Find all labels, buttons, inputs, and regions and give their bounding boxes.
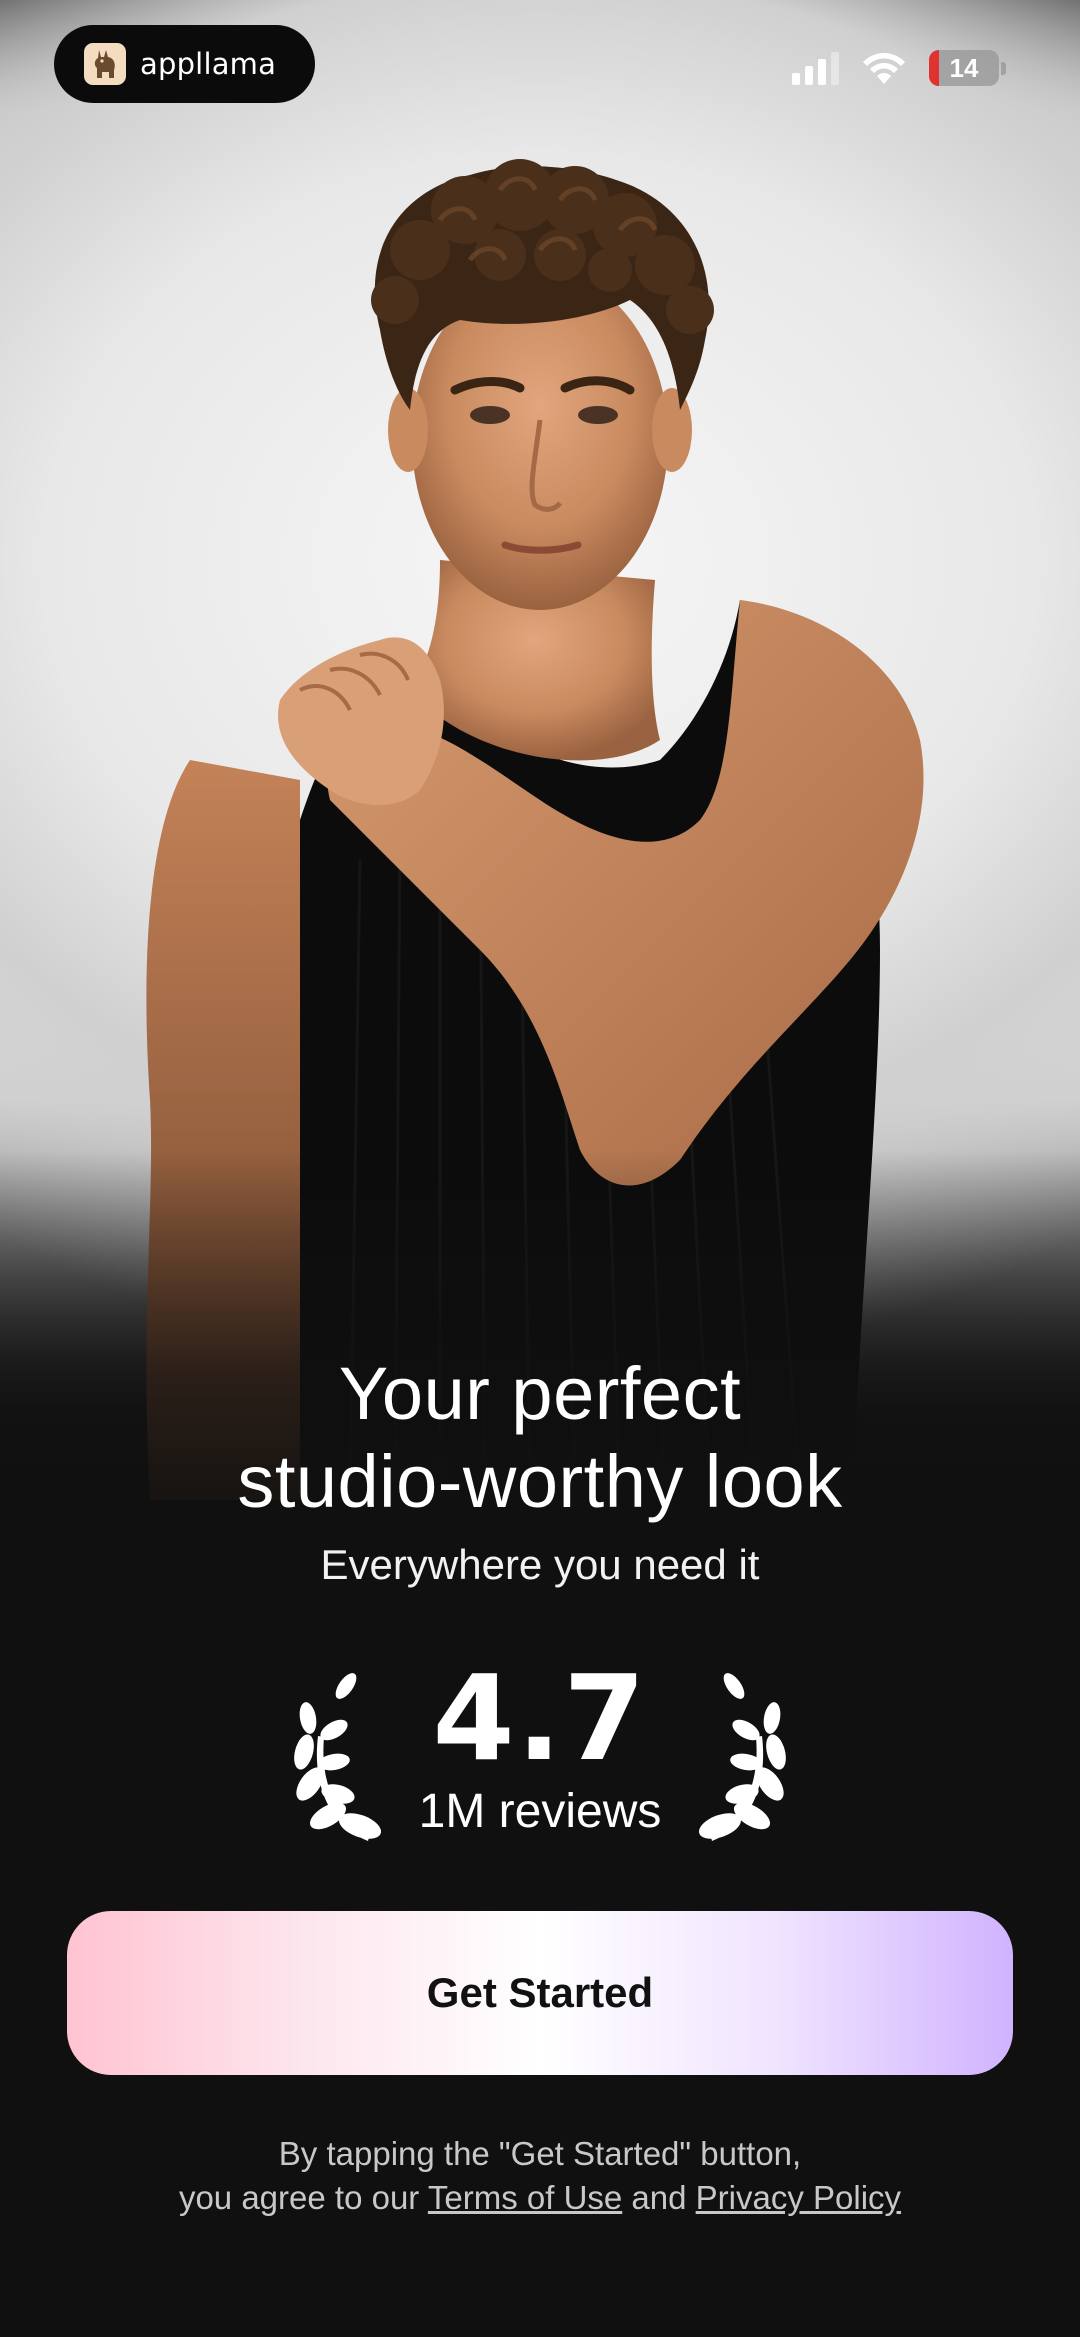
llama-icon [84, 43, 126, 85]
headline-line-1: Your perfect [338, 1352, 742, 1435]
headline-line-2: studio-worthy look [237, 1440, 843, 1523]
legal-connector: and [631, 2179, 687, 2216]
legal-line-2: you agree to our Terms of Use and Privac… [0, 2176, 1080, 2220]
rating-block: 4.7 1M reviews [0, 1658, 1080, 1858]
status-bar: 14 [792, 50, 1006, 86]
headline: Your perfect studio-worthy look [0, 1350, 1080, 1526]
legal-prefix: you agree to our [178, 2179, 420, 2216]
subheadline: Everywhere you need it [320, 1541, 760, 1588]
laurel-wreath-icon [698, 1673, 786, 1841]
battery-level-fill [929, 50, 939, 86]
brand-name: appllama [140, 47, 277, 81]
rating-value: 4.7 [432, 1649, 648, 1787]
privacy-policy-link[interactable]: Privacy Policy [696, 2179, 901, 2216]
battery-icon: 14 [929, 50, 999, 86]
legal-line-1: By tapping the "Get Started" button, [278, 2135, 802, 2172]
brand-badge: appllama [54, 25, 315, 103]
legal-disclaimer: By tapping the "Get Started" button, you… [0, 2132, 1080, 2220]
onboarding-screen: appllama 14 Your perfect studio-worthy l… [0, 0, 1080, 2337]
get-started-button-label: Get Started [426, 1969, 654, 2016]
wifi-icon [863, 53, 905, 84]
get-started-button[interactable]: Get Started [67, 1911, 1013, 2075]
battery-level-text: 14 [949, 52, 979, 83]
rating-reviews-count: 1M reviews [418, 1785, 662, 1838]
battery-tip [1001, 61, 1006, 75]
terms-of-use-link[interactable]: Terms of Use [428, 2179, 622, 2216]
cellular-signal-icon [792, 51, 839, 85]
